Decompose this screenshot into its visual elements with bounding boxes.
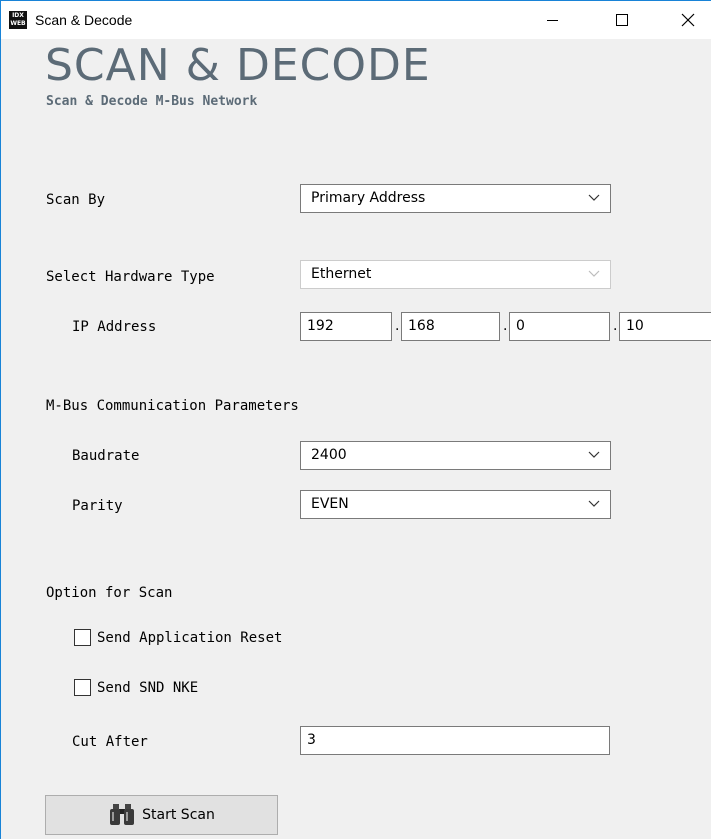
ip-address-label: IP Address	[72, 319, 157, 335]
parity-value: EVEN	[311, 496, 349, 512]
page-subtitle: Scan & Decode M-Bus Network	[46, 94, 258, 109]
close-icon	[681, 13, 695, 27]
minimize-button[interactable]	[529, 1, 575, 39]
parity-select[interactable]: EVEN	[300, 490, 611, 519]
ip-separator: .	[503, 318, 508, 334]
scan-by-label: Scan By	[46, 192, 106, 208]
baudrate-select[interactable]: 2400	[300, 441, 611, 470]
cut-after-label: Cut After	[72, 734, 148, 750]
ip-octet-4-input[interactable]: 10	[619, 312, 711, 341]
scan-options-label: Option for Scan	[46, 585, 173, 601]
ip-octet-3-input[interactable]: 0	[509, 312, 610, 341]
scan-decode-window: IDX WEB Scan & Decode SCAN & DECODE Scan…	[0, 0, 711, 839]
start-scan-label: Start Scan	[142, 807, 215, 823]
app-logo-icon: IDX WEB	[9, 11, 27, 29]
hardware-type-label: Select Hardware Type	[46, 269, 215, 285]
parity-label: Parity	[72, 498, 123, 514]
start-scan-button[interactable]: Start Scan	[45, 795, 278, 835]
ip-octet-1-input[interactable]: 192	[300, 312, 392, 341]
hardware-type-select[interactable]: Ethernet	[300, 260, 611, 289]
scan-by-value: Primary Address	[311, 190, 426, 206]
send-snd-nke-label: Send SND NKE	[97, 679, 199, 696]
hardware-type-value: Ethernet	[311, 266, 372, 282]
ip-separator: .	[613, 318, 618, 334]
scan-by-select[interactable]: Primary Address	[300, 184, 611, 213]
cut-after-input[interactable]: 3	[300, 726, 610, 755]
maximize-button[interactable]	[599, 1, 645, 39]
send-snd-nke-checkbox-row[interactable]: Send SND NKE	[74, 679, 198, 696]
baudrate-value: 2400	[311, 447, 347, 463]
minimize-icon	[546, 19, 558, 21]
send-application-reset-label: Send Application Reset	[97, 629, 283, 646]
content-area	[1, 39, 711, 839]
title-bar[interactable]: IDX WEB Scan & Decode	[1, 1, 711, 39]
ip-separator: .	[395, 318, 400, 334]
binoculars-icon	[110, 804, 135, 825]
mbus-section-label: M-Bus Communication Parameters	[46, 398, 299, 414]
chevron-down-icon	[588, 500, 600, 507]
chevron-down-icon	[588, 194, 600, 201]
close-button[interactable]	[665, 1, 711, 39]
send-snd-nke-checkbox[interactable]	[74, 679, 91, 696]
page-title: SCAN & DECODE	[45, 40, 431, 91]
maximize-icon	[616, 14, 628, 26]
ip-octet-2-input[interactable]: 168	[401, 312, 500, 341]
baudrate-label: Baudrate	[72, 448, 140, 464]
send-application-reset-checkbox[interactable]	[74, 629, 91, 646]
window-title: Scan & Decode	[35, 12, 133, 28]
chevron-down-icon	[588, 270, 600, 277]
send-application-reset-checkbox-row[interactable]: Send Application Reset	[74, 629, 282, 646]
chevron-down-icon	[588, 451, 600, 458]
